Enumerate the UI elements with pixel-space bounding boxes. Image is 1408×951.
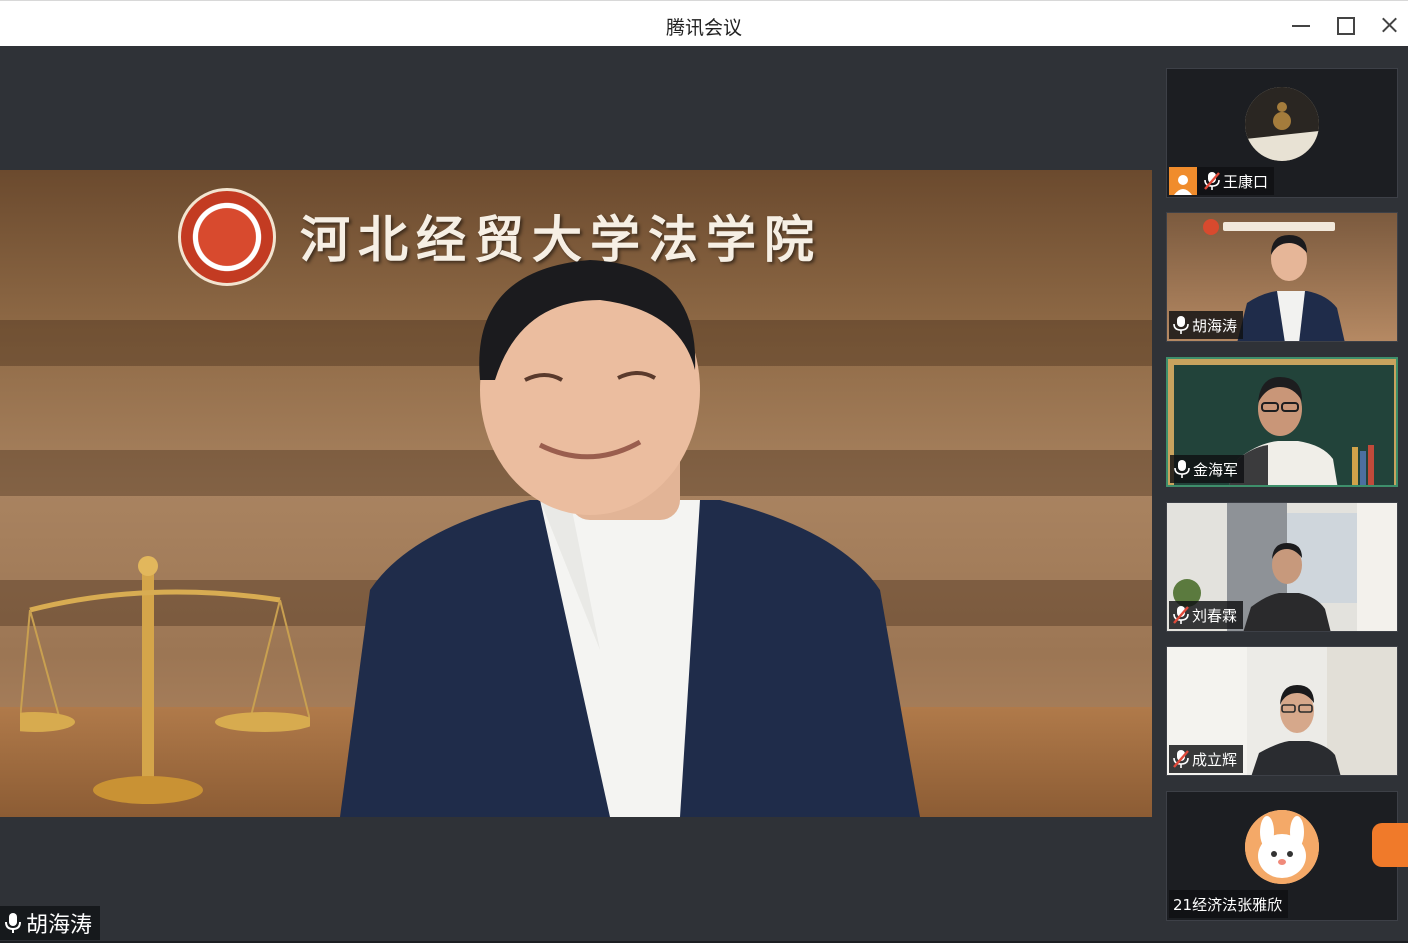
participant-tile-active-speaker[interactable]: 金海军	[1166, 357, 1398, 487]
microphone-icon	[1173, 316, 1189, 334]
participant-tile[interactable]: 胡海涛	[1166, 212, 1398, 342]
close-icon[interactable]	[1374, 11, 1404, 39]
window-title: 腾讯会议	[665, 17, 742, 39]
microphone-icon	[5, 913, 21, 933]
scales-of-justice-image	[20, 556, 310, 804]
main-speaker-name: 胡海涛	[26, 913, 93, 938]
university-emblem-logo	[178, 188, 276, 286]
title-bar: 腾讯会议	[0, 0, 1408, 46]
participant-tile[interactable]: 刘春霖	[1166, 502, 1398, 632]
participant-tile[interactable]: 王康口	[1166, 68, 1398, 198]
speaker-video-person	[340, 260, 920, 817]
main-video-stage: 河北经贸大学法学院 胡海涛	[0, 46, 1152, 941]
participant-avatar	[1245, 810, 1319, 884]
participant-avatar	[1245, 87, 1319, 161]
mic-muted-icon	[1173, 606, 1189, 624]
person-icon	[1169, 167, 1197, 195]
maximize-icon[interactable]	[1330, 11, 1360, 39]
bunny-avatar-image	[1245, 810, 1319, 884]
participant-name: 金海军	[1193, 460, 1239, 479]
participant-name-tag: 王康口	[1169, 167, 1275, 195]
participant-name-tag: 刘春霖	[1169, 601, 1244, 629]
participant-tile[interactable]: 21经济法张雅欣	[1166, 791, 1398, 921]
participant-name-tag: 成立辉	[1169, 745, 1244, 773]
mic-muted-icon	[1204, 172, 1220, 190]
participant-name: 刘春霖	[1192, 606, 1238, 625]
participant-name-tag: 胡海涛	[1169, 311, 1244, 339]
participant-name: 成立辉	[1192, 750, 1238, 769]
participant-name: 胡海涛	[1192, 316, 1238, 335]
main-video-feed[interactable]: 河北经贸大学法学院	[0, 170, 1152, 817]
main-speaker-name-tag: 胡海涛	[0, 906, 101, 940]
participant-name: 21经济法张雅欣	[1173, 895, 1283, 914]
participant-gallery: 王康口 胡海涛 金海军 刘春霖 成立辉 21经济法张雅欣	[1152, 46, 1408, 941]
microphone-icon	[1174, 460, 1190, 478]
participant-tile[interactable]: 成立辉	[1166, 646, 1398, 776]
minimize-icon[interactable]	[1286, 11, 1316, 39]
mic-muted-icon	[1173, 750, 1189, 768]
floating-app-logo-icon[interactable]	[1372, 823, 1408, 867]
window-bottom-edge	[0, 941, 1408, 951]
participant-name-tag: 金海军	[1170, 455, 1245, 483]
participant-name-tag: 21经济法张雅欣	[1169, 890, 1289, 918]
gourd-avatar-image	[1245, 87, 1319, 161]
participant-name: 王康口	[1223, 172, 1269, 191]
